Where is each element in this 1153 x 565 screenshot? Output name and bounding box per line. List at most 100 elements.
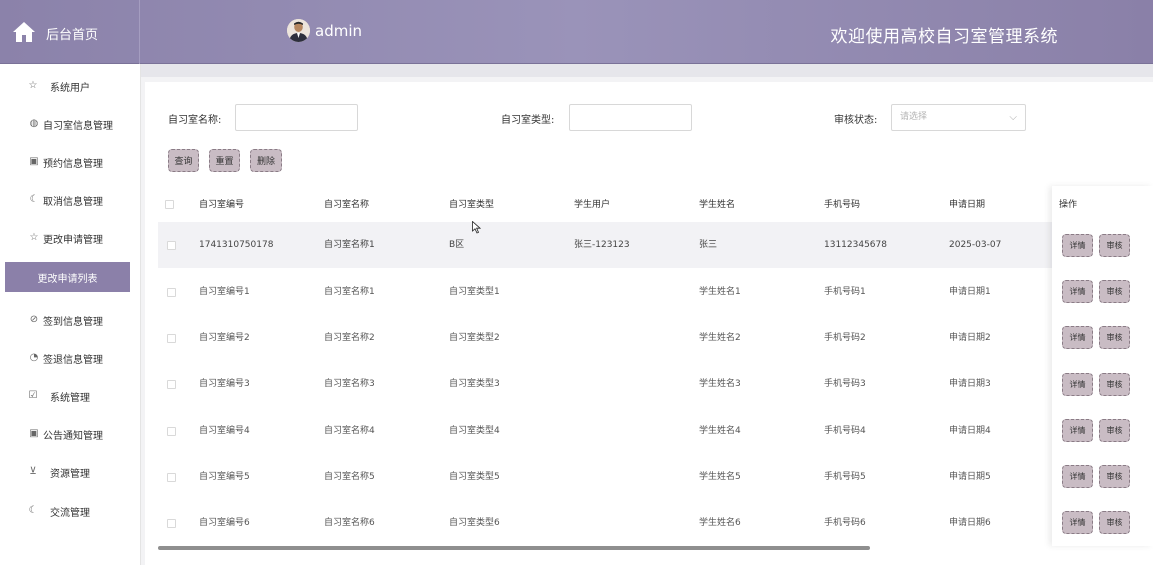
horizontal-scrollbar[interactable]	[158, 546, 870, 550]
sidebar-item-label: 更改申请管理	[43, 234, 103, 246]
table-row[interactable]: 1741310750178 自习室名称1 B区 张三-123123 张三 131…	[158, 222, 1053, 268]
table-row[interactable]: 自习室编号5 自习室名称5 自习室类型5 学生姓名5 手机号码5 申请日期5	[158, 454, 1053, 500]
col-room-type: 自习室类型	[449, 200, 495, 210]
sidebar-item-change-list[interactable]: 更改申请列表	[5, 262, 130, 292]
status-select[interactable]: 请选择 ⌵	[891, 104, 1026, 131]
sidebar-item-label: 更改申请列表	[37, 273, 98, 285]
row-checkbox[interactable]	[167, 334, 176, 343]
sidebar-item-booking[interactable]: ▣ 预约信息管理	[0, 147, 140, 177]
sidebar-item-resources[interactable]: ⊻ 资源管理	[0, 457, 140, 487]
timer-icon: ◔	[29, 352, 39, 363]
sidebar-item-system[interactable]: ☑ 系统管理	[0, 381, 140, 411]
room-type-input[interactable]	[569, 104, 692, 131]
cell-room-id: 自习室编号4	[199, 426, 250, 436]
operations-column: 操作 详情 审核 详情 审核 详情 审核 详情 审核 详情 审核 详情 审核 详…	[1052, 186, 1153, 546]
detail-button[interactable]: 详情	[1062, 511, 1093, 534]
room-name-input[interactable]	[235, 104, 358, 131]
table-row[interactable]: 自习室编号3 自习室名称3 自习室类型3 学生姓名3 手机号码3 申请日期3	[158, 361, 1053, 407]
compass-icon: ⊘	[29, 314, 39, 325]
cell-phone: 手机号码3	[824, 379, 866, 389]
sidebar-item-change-mgmt[interactable]: ☆ 更改申请管理	[0, 223, 140, 253]
detail-button[interactable]: 详情	[1062, 234, 1093, 257]
cell-room-name: 自习室名称1	[324, 287, 375, 297]
row-checkbox[interactable]	[167, 241, 176, 250]
cell-student-name: 学生姓名4	[699, 426, 741, 436]
sidebar-item-label: 签退信息管理	[43, 354, 103, 366]
sidebar-item-label: 取消信息管理	[43, 196, 103, 208]
col-student-name: 学生姓名	[699, 200, 736, 210]
cell-room-name: 自习室名称5	[324, 472, 375, 482]
review-button[interactable]: 审核	[1099, 326, 1130, 349]
review-button[interactable]: 审核	[1099, 280, 1130, 303]
cell-room-type: 自习室类型6	[449, 518, 500, 528]
table-row[interactable]: 自习室编号6 自习室名称6 自习室类型6 学生姓名6 手机号码6 申请日期6	[158, 500, 1053, 546]
cell-student-name: 学生姓名5	[699, 472, 741, 482]
table-row[interactable]: 自习室编号4 自习室名称4 自习室类型4 学生姓名4 手机号码4 申请日期4	[158, 408, 1053, 454]
cell-phone: 手机号码2	[824, 333, 866, 343]
table-row[interactable]: 自习室编号2 自习室名称2 自习室类型2 学生姓名2 手机号码2 申请日期2	[158, 315, 1053, 361]
cell-phone: 手机号码1	[824, 287, 866, 297]
sidebar-item-cancel[interactable]: ☾ 取消信息管理	[0, 185, 140, 215]
search-button[interactable]: 查询	[168, 149, 199, 172]
review-button[interactable]: 审核	[1099, 373, 1130, 396]
sidebar: ☆ 系统用户 ◍ 自习室信息管理 ▣ 预约信息管理 ☾ 取消信息管理 ☆ 更改申请管理 更…	[0, 64, 141, 565]
cell-student-name: 学生姓名3	[699, 379, 741, 389]
room-name-label: 自习室名称:	[168, 115, 222, 126]
sidebar-item-notice[interactable]: ▣ 公告通知管理	[0, 419, 140, 449]
cell-room-type: 自习室类型2	[449, 333, 500, 343]
avatar[interactable]	[287, 19, 310, 42]
col-operations: 操作	[1059, 200, 1078, 210]
table-header: 自习室编号 自习室名称 自习室类型 学生用户 学生姓名 手机号码 申请日期	[158, 190, 1053, 220]
top-header: 后台首页 admin 欢迎使用高校自习室管理系统	[0, 0, 1153, 64]
cell-room-id: 1741310750178	[199, 240, 274, 250]
detail-button[interactable]: 详情	[1062, 373, 1093, 396]
review-button[interactable]: 审核	[1099, 511, 1130, 534]
detail-button[interactable]: 详情	[1062, 326, 1093, 349]
mouse-cursor-icon	[472, 221, 481, 234]
status-label: 审核状态:	[834, 115, 878, 126]
cell-room-type: B区	[449, 240, 465, 250]
detail-button[interactable]: 详情	[1062, 465, 1093, 488]
reset-button[interactable]: 重置	[209, 149, 240, 172]
gift-icon: ▣	[29, 428, 39, 439]
review-button[interactable]: 审核	[1099, 465, 1130, 488]
cell-room-id: 自习室编号6	[199, 518, 250, 528]
cell-apply-date: 申请日期4	[949, 426, 991, 436]
gift-icon: ▣	[29, 156, 39, 167]
moon-icon: ☾	[29, 194, 39, 205]
select-all-checkbox[interactable]	[165, 200, 174, 209]
star-icon: ☆	[29, 232, 39, 243]
sidebar-item-forum[interactable]: ☾ 交流管理	[0, 496, 140, 526]
user-name[interactable]: admin	[315, 22, 362, 40]
sidebar-item-checkout[interactable]: ◔ 签退信息管理	[0, 343, 140, 373]
row-checkbox[interactable]	[167, 288, 176, 297]
cell-apply-date: 申请日期6	[949, 518, 991, 528]
sidebar-item-label: 资源管理	[50, 468, 90, 480]
sidebar-item-label: 系统用户	[50, 82, 90, 94]
cell-phone: 手机号码5	[824, 472, 866, 482]
table-row[interactable]: 自习室编号1 自习室名称1 自习室类型1 学生姓名1 手机号码1 申请日期1	[158, 269, 1053, 315]
col-room-id: 自习室编号	[199, 200, 245, 210]
sidebar-item-room-info[interactable]: ◍ 自习室信息管理	[0, 109, 140, 139]
detail-button[interactable]: 详情	[1062, 280, 1093, 303]
cell-room-id: 自习室编号2	[199, 333, 250, 343]
row-checkbox[interactable]	[167, 473, 176, 482]
cell-student-name: 学生姓名2	[699, 333, 741, 343]
system-title: 欢迎使用高校自习室管理系统	[830, 27, 1058, 47]
cell-room-name: 自习室名称3	[324, 379, 375, 389]
sidebar-item-checkin[interactable]: ⊘ 签到信息管理	[0, 305, 140, 335]
delete-button[interactable]: 删除	[250, 149, 282, 172]
detail-button[interactable]: 详情	[1062, 419, 1093, 442]
row-checkbox[interactable]	[167, 427, 176, 436]
cell-apply-date: 申请日期5	[949, 472, 991, 482]
cell-phone: 13112345678	[824, 240, 887, 250]
sidebar-item-label: 自习室信息管理	[43, 120, 113, 132]
home-link[interactable]: 后台首页	[0, 0, 140, 64]
cell-room-name: 自习室名称2	[324, 333, 375, 343]
cell-room-id: 自习室编号5	[199, 472, 250, 482]
row-checkbox[interactable]	[167, 519, 176, 528]
review-button[interactable]: 审核	[1099, 419, 1130, 442]
review-button[interactable]: 审核	[1099, 234, 1130, 257]
row-checkbox[interactable]	[167, 380, 176, 389]
sidebar-item-system-users[interactable]: ☆ 系统用户	[0, 71, 140, 101]
